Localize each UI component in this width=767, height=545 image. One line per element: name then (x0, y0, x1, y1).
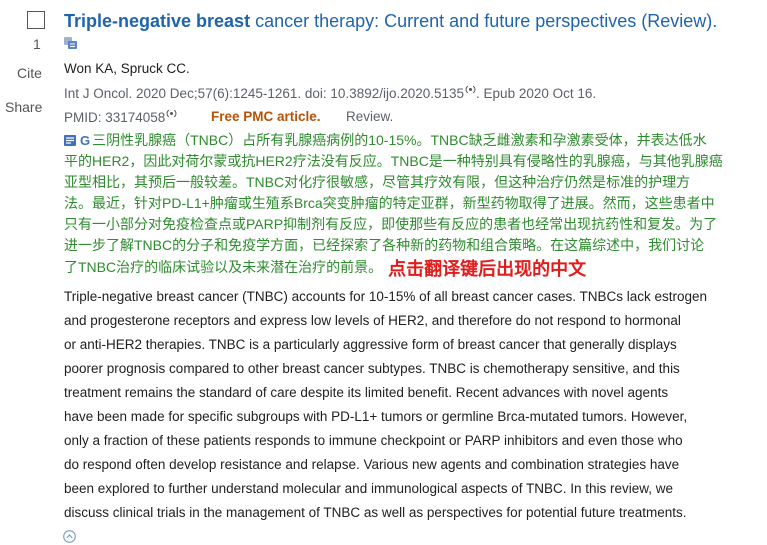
result-authors: Won KA, Spruck CC. (64, 61, 190, 76)
publication-type: Review. (346, 109, 394, 124)
translation-annotation: 点击翻译键后出现的中文 (388, 259, 587, 279)
select-result-checkbox[interactable] (27, 11, 45, 29)
cite-button[interactable]: Cite (17, 65, 42, 81)
abstract-line: do respond often develop resistance and … (64, 457, 680, 472)
abstract-line: only a fraction of these patients respon… (64, 433, 683, 448)
translated-line: 平的HER2，因此对荷尔蒙或抗HER2疗法没有反应。TNBC是一种特别具有侵略性… (64, 153, 723, 169)
abstract-line: poorer prognosis compared to other breas… (64, 361, 680, 376)
abstract-line: or anti-HER2 therapies. TNBC is a partic… (64, 337, 677, 352)
result-number: 1 (33, 36, 41, 52)
audio-icon[interactable] (465, 85, 476, 94)
abstract-line: discuss clinical trials in the managemen… (64, 505, 687, 520)
translated-line: 法。最近，针对PD-L1+肿瘤或生殖系Brca突变肿瘤的特定亚群，新型药物取得了… (64, 195, 715, 211)
translated-line: 进一步了解TNBC的分子和免疫学方面，已经探索了各种新的药物和组合策略。在这篇综… (64, 237, 705, 253)
citation-source: Int J Oncol. 2020 Dec;57(6):1245-1261. d… (64, 86, 465, 101)
pmid-text: PMID: 33174058 (64, 110, 166, 125)
result-citation: Int J Oncol. 2020 Dec;57(6):1245-1261. d… (64, 85, 596, 102)
translate-icon[interactable] (64, 37, 77, 49)
search-results-page: 1 Cite Share Triple-negative breast canc… (0, 0, 767, 545)
google-icon[interactable]: G (80, 130, 90, 151)
free-pmc-badge: Free PMC article. (211, 109, 321, 124)
abstract-line: have been made for specific subgroups wi… (64, 409, 688, 424)
title-highlight: Triple-negative breast (64, 11, 251, 31)
result-pmid: PMID: 33174058 (64, 109, 177, 126)
abstract-line: treatment remains the standard of care d… (64, 385, 669, 400)
abstract-text: Triple-negative breast cancer (TNBC) acc… (64, 285, 754, 525)
result-title-link[interactable]: Triple-negative breast cancer therapy: C… (64, 9, 717, 33)
citation-epub: . Epub 2020 Oct 16. (476, 86, 597, 101)
share-button[interactable]: Share (5, 99, 42, 115)
audio-icon[interactable] (166, 109, 177, 118)
translated-line: 只有一小部分对免疫检查点或PARP抑制剂有反应，即使那些有反应的患者也经常出现抗… (64, 216, 718, 232)
translated-text: 了TNBC治疗的临床试验以及未来潜在治疗的前景。 (64, 259, 383, 275)
abstract-line: been explored to further understand mole… (64, 481, 674, 496)
abstract-line: and progesterone receptors and express l… (64, 313, 681, 328)
translate-toggle-icon[interactable] (64, 135, 76, 146)
abstract-line: Triple-negative breast cancer (TNBC) acc… (64, 289, 708, 304)
title-rest: cancer therapy: Current and future persp… (250, 11, 718, 31)
translated-line: 亚型相比，其预后一般较差。TNBC对化疗很敏感，尽管其疗效有限，但这种治疗仍然是… (64, 174, 691, 190)
translated-abstract: G 三阴性乳腺癌（TNBC）占所有乳腺癌病例的10-15%。TNBC缺乏雌激素和孕… (64, 130, 754, 279)
collapse-icon[interactable] (63, 530, 76, 543)
translated-line: G 三阴性乳腺癌（TNBC）占所有乳腺癌病例的10-15%。TNBC缺乏雌激素和孕… (64, 130, 754, 151)
translated-line: 了TNBC治疗的临床试验以及未来潜在治疗的前景。 点击翻译键后出现的中文 (64, 256, 754, 279)
translated-text: 三阴性乳腺癌（TNBC）占所有乳腺癌病例的10-15%。TNBC缺乏雌激素和孕激… (92, 132, 707, 148)
